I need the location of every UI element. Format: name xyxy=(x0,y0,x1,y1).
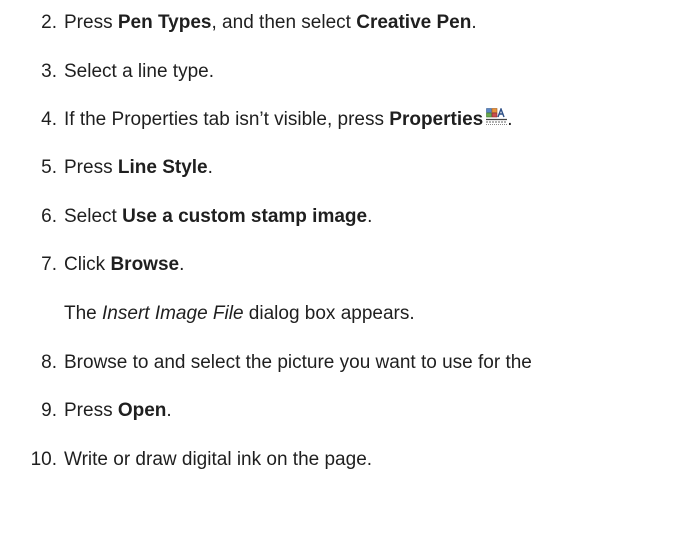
ui-term: Line Style xyxy=(117,157,208,178)
text-run: dialog box appears. xyxy=(243,303,415,324)
step-number: 7. xyxy=(41,254,57,275)
step-number: 9. xyxy=(41,400,57,421)
step-number: 4. xyxy=(41,109,57,130)
text-run: Select xyxy=(64,206,123,227)
step-text: Press Open. xyxy=(64,398,172,424)
text-run: . xyxy=(179,254,185,275)
step-text: Press Pen Types, and then select Creativ… xyxy=(64,10,477,36)
ui-term: Use a custom stamp image xyxy=(122,206,368,227)
text-run: Press xyxy=(64,12,118,33)
step-text: If the Properties tab isn’t visible, pre… xyxy=(64,107,513,133)
step-text: Click Browse. xyxy=(64,252,184,278)
result-note: The Insert Image File dialog box appears… xyxy=(64,301,415,327)
step-text: Write or draw digital ink on the page. xyxy=(64,447,372,473)
step-8: 8. Browse to and select the picture you … xyxy=(0,350,680,376)
step-number: 2. xyxy=(41,12,57,33)
text-run: Select a line type. xyxy=(64,61,214,82)
step-number: 6. xyxy=(41,206,57,227)
properties-icon xyxy=(486,107,508,126)
text-run: . xyxy=(166,400,172,421)
ui-term: Browse xyxy=(110,254,180,275)
step-text: Browse to and select the picture you wan… xyxy=(64,350,532,376)
text-run: . xyxy=(207,157,213,178)
step-9: 9. Press Open. xyxy=(0,398,680,424)
ui-term: Pen Types xyxy=(117,12,212,33)
text-run: The xyxy=(64,303,103,324)
text-run: , and then select xyxy=(211,12,357,33)
step-number: 10. xyxy=(30,449,57,470)
text-run: . xyxy=(367,206,373,227)
step-number: 5. xyxy=(41,157,57,178)
text-run: Click xyxy=(64,254,111,275)
step-number: 3. xyxy=(41,61,57,82)
step-2: 2. Press Pen Types, and then select Crea… xyxy=(0,10,680,36)
step-3: 3. Select a line type. xyxy=(0,59,680,85)
step-text: Press Line Style. xyxy=(64,155,213,181)
ui-term: Open xyxy=(117,400,167,421)
step-text: Select Use a custom stamp image. xyxy=(64,204,372,230)
step-6: 6. Select Use a custom stamp image. xyxy=(0,204,680,230)
step-10: 10. Write or draw digital ink on the pag… xyxy=(0,447,680,473)
step-4: 4. If the Properties tab isn’t visible, … xyxy=(0,107,680,133)
step-text: Select a line type. xyxy=(64,59,214,85)
text-run: Press xyxy=(64,400,118,421)
ui-term: Properties xyxy=(389,109,484,130)
step-7: 7. Click Browse. xyxy=(0,252,680,278)
text-run: If the Properties tab isn’t visible, pre… xyxy=(64,109,390,130)
text-run: . xyxy=(471,12,477,33)
text-run: Browse to and select the picture you wan… xyxy=(64,352,532,373)
dialog-name: Insert Image File xyxy=(102,303,244,324)
text-run: Press xyxy=(64,157,118,178)
step-number: 8. xyxy=(41,352,57,373)
step-5: 5. Press Line Style. xyxy=(0,155,680,181)
ui-term: Creative Pen xyxy=(356,12,472,33)
text-run: . xyxy=(507,109,513,130)
text-run: Write or draw digital ink on the page. xyxy=(64,449,373,470)
